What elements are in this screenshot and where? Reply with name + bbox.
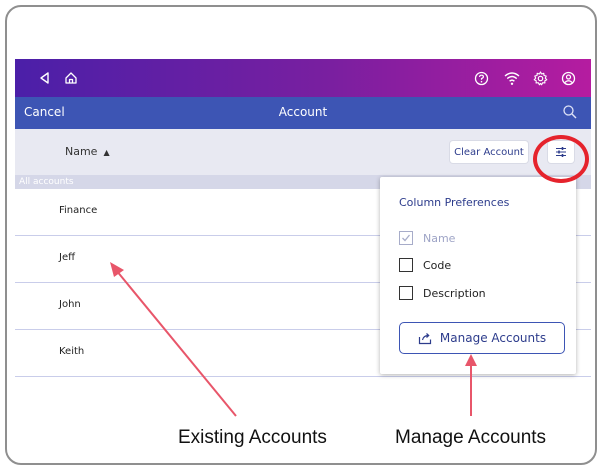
- column-preferences-popup: Column Preferences Name Code Description…: [380, 177, 576, 374]
- device-screen: Account Cancel Name ▲ Clear Account All a…: [15, 59, 591, 380]
- settings-icon[interactable]: [530, 68, 550, 88]
- checkbox-icon[interactable]: [399, 286, 413, 300]
- option-label: Code: [423, 258, 452, 272]
- clear-account-button[interactable]: Clear Account: [450, 141, 528, 163]
- manage-accounts-caption: Manage Accounts: [395, 427, 547, 448]
- account-name: Keith: [59, 346, 85, 357]
- help-icon[interactable]: [471, 68, 491, 88]
- popup-title: Column Preferences: [399, 196, 510, 209]
- account-name: Finance: [59, 205, 98, 216]
- page-title: Account: [278, 105, 328, 119]
- code-option[interactable]: Code: [399, 257, 451, 273]
- account-name: John: [59, 299, 81, 310]
- name-column-header[interactable]: Name ▲: [65, 145, 110, 158]
- sort-ascending-icon[interactable]: ▲: [103, 148, 109, 157]
- account-name: Jeff: [59, 252, 75, 263]
- home-icon[interactable]: [61, 68, 81, 88]
- column-header-row: Name ▲ Clear Account: [15, 129, 591, 175]
- title-bar: Account Cancel: [15, 97, 591, 129]
- name-option: Name: [399, 230, 455, 246]
- account-icon[interactable]: [558, 68, 578, 88]
- description-option[interactable]: Description: [399, 285, 486, 301]
- highlight-circle: [533, 135, 589, 183]
- status-bar: [15, 59, 591, 97]
- cancel-button[interactable]: Cancel: [24, 105, 65, 119]
- option-label: Description: [423, 286, 486, 300]
- manage-accounts-label: Manage Accounts: [439, 331, 547, 345]
- back-icon[interactable]: [35, 68, 55, 88]
- export-icon: [418, 332, 432, 344]
- checkbox-icon[interactable]: [399, 258, 413, 272]
- existing-accounts-caption: Existing Accounts: [178, 427, 327, 448]
- manage-accounts-button[interactable]: Manage Accounts: [399, 322, 565, 354]
- checkbox-checked-icon: [399, 231, 413, 245]
- wifi-icon: [502, 68, 522, 88]
- search-icon[interactable]: [561, 103, 579, 121]
- option-label: Name: [423, 231, 456, 245]
- name-column-label: Name: [65, 145, 98, 158]
